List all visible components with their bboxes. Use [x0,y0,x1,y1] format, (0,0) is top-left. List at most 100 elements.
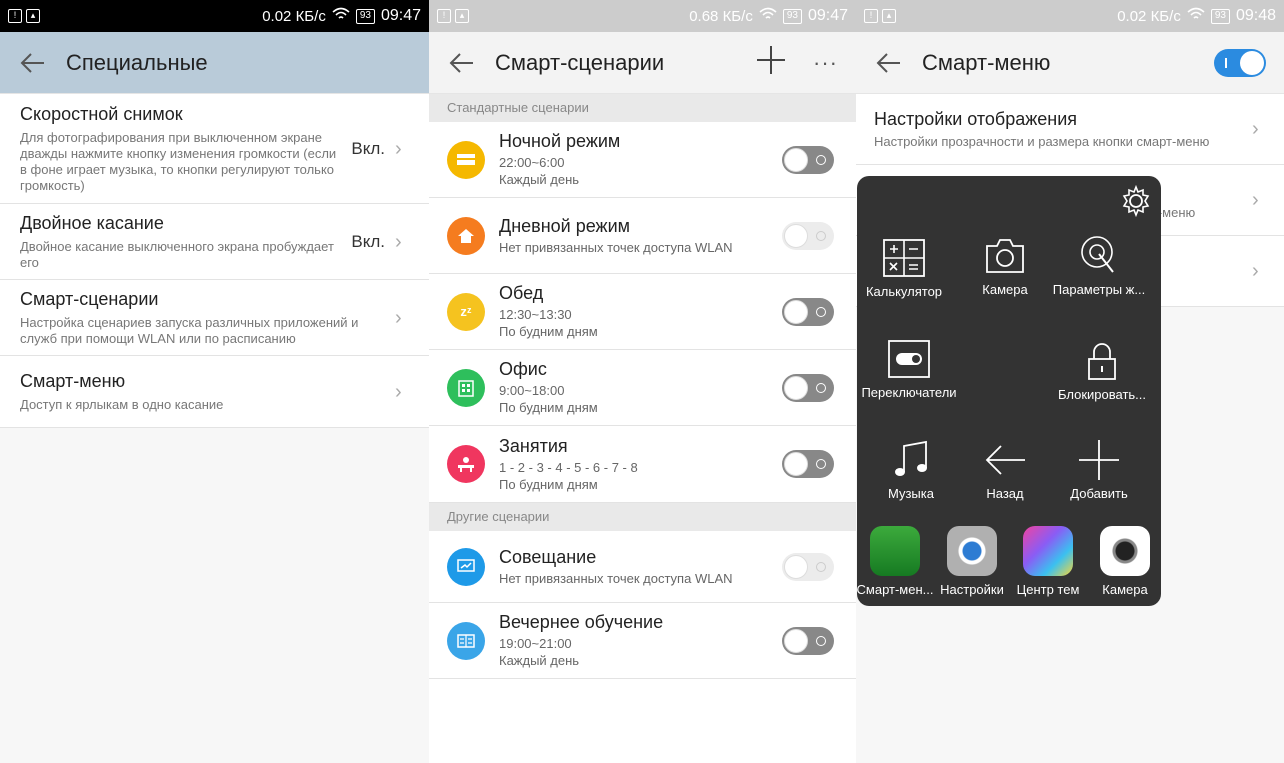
battery-icon: 93 [355,8,375,24]
desk-icon [447,445,485,483]
overlay-add[interactable]: Добавить [1049,440,1149,501]
row-value: Вкл. [351,231,385,251]
scenario-time: 1 - 2 - 3 - 4 - 5 - 6 - 7 - 8 [499,459,638,475]
screenshot: ! ▴ 0.02 КБ/с 93 09:47 Специальные Скорос… [0,0,1284,763]
page-title: Смарт-меню [922,49,1051,75]
overlay-switches[interactable]: Переключатели [859,339,959,400]
status-bar: ! ▴ 0.02 КБ/с 93 09:48 [856,0,1284,32]
overlay-label: Блокировать... [1057,387,1147,402]
add-icon[interactable] [755,44,787,81]
network-speed: 0.02 КБ/с [262,7,326,25]
more-icon[interactable]: ··· [813,50,838,76]
row-title: Двойное касание [20,212,164,233]
scenario-toggle[interactable] [782,373,834,402]
alert-icon: ! [8,9,22,23]
gear-icon[interactable] [1119,184,1153,223]
overlay-label: Настройки [940,582,1004,597]
scenario-day[interactable]: Дневной режим Нет привязанных точек досту… [429,198,856,274]
overlay-gesture-params[interactable]: Параметры ж... [1049,234,1149,297]
overlay-label: Параметры ж... [1052,282,1146,297]
overlay-camera[interactable]: Камера [955,236,1055,297]
scenario-toggle[interactable] [782,626,834,655]
scenario-toggle[interactable] [782,145,834,174]
back-arrow-icon [985,445,1025,475]
row-desc: Двойное касание выключенного экрана проб… [20,238,334,270]
wifi-icon [332,7,350,25]
scenario-days: По будним дням [499,324,598,339]
section-header-standard: Стандартные сценарии [429,94,856,122]
back-arrow-icon[interactable] [874,48,904,78]
settings-app-icon [947,526,997,576]
overlay-label: Добавить [1070,486,1128,501]
scenario-classes[interactable]: Занятия 1 - 2 - 3 - 4 - 5 - 6 - 7 - 8 По б… [429,426,856,503]
book-icon [447,621,485,660]
bed-icon [447,140,485,179]
row-value: Вкл. [351,138,385,158]
overlay-calculator[interactable]: Калькулятор [854,238,954,299]
chevron-right-icon: › [395,230,402,253]
overlay-camera-app[interactable]: Камера [1075,526,1175,597]
overlay-back[interactable]: Назад [955,440,1055,501]
page-title: Специальные [66,49,208,75]
smart-menu-overlay: Калькулятор Камера Параметры ж... Перекл… [857,176,1161,606]
row-double-tap[interactable]: Двойное касание Двойное касание выключенн… [0,204,429,280]
overlay-label: Музыка [888,486,934,501]
music-note-icon [895,440,927,476]
wifi-icon [1187,7,1205,25]
scenario-time: Нет привязанных точек доступа WLAN [499,570,733,586]
battery-icon: 93 [782,8,802,24]
app-bar: Смарт-меню [856,32,1284,94]
scenario-office[interactable]: Офис 9:00~18:00 По будним дням [429,350,856,426]
camera-app-icon [1100,526,1150,576]
scenario-toggle[interactable] [782,552,834,581]
scenario-time: 9:00~18:00 [499,383,565,398]
row-title: Смарт-меню [20,370,126,391]
settings-list: Скоростной снимок Для фотографирования пр… [0,94,429,428]
alert-icon: ! [437,9,451,23]
toggle-switch-icon [888,340,930,378]
back-arrow-icon[interactable] [18,48,48,78]
page-title: Смарт-сценарии [495,49,665,75]
status-bar: ! ▴ 0.02 КБ/с 93 09:47 [0,0,429,32]
row-smart-scenarios[interactable]: Смарт-сценарии Настройка сценариев запуск… [0,280,429,356]
smart-menu-switch[interactable] [1214,48,1266,77]
back-arrow-icon[interactable] [447,48,477,78]
section-header-other: Другие сценарии [429,503,856,531]
touch-gesture-icon [1081,236,1114,273]
scenario-time: Нет привязанных точек доступа WLAN [499,239,733,255]
scenario-evening-study[interactable]: Вечернее обучение 19:00~21:00 Каждый день [429,603,856,679]
row-desc: Для фотографирования при выключенном экр… [20,129,337,193]
clock: 09:47 [807,7,848,24]
row-quick-snap[interactable]: Скоростной снимок Для фотографирования пр… [0,94,429,204]
scenario-time: 19:00~21:00 [499,636,572,651]
calculator-icon [883,239,925,277]
clock: 09:48 [1235,7,1276,24]
panel-special: ! ▴ 0.02 КБ/с 93 09:47 Специальные Скорос… [0,0,429,763]
smart-menu-app-icon [870,526,920,576]
scenario-toggle[interactable] [782,221,834,250]
scenario-toggle[interactable] [782,297,834,326]
alert-icon: ! [864,9,878,23]
network-speed: 0.68 КБ/с [689,7,753,25]
row-title: Скоростной снимок [20,103,183,124]
scenario-night[interactable]: Ночной режим 22:00~6:00 Каждый день [429,122,856,198]
lock-icon [1088,343,1116,380]
overlay-label: Камера [1102,582,1148,597]
scenario-time: 22:00~6:00 [499,155,565,170]
overlay-lock[interactable]: Блокировать... [1052,341,1152,402]
scenario-toggle[interactable] [782,450,834,478]
scenario-time: 12:30~13:30 [499,307,572,322]
scenario-lunch[interactable]: zᶻ Обед 12:30~13:30 По будним дням [429,274,856,350]
scenario-days: По будним дням [499,400,598,415]
row-display-settings[interactable]: Настройки отображения Настройки прозрачно… [856,94,1284,165]
add-icon [1079,440,1119,480]
scenario-title: Офис [499,359,547,379]
overlay-music[interactable]: Музыка [861,438,961,501]
scenario-meeting[interactable]: Совещание Нет привязанных точек доступа W… [429,531,856,603]
app-bar: Смарт-сценарии ··· [429,32,856,94]
app-bar: Специальные [0,32,429,94]
scenario-title: Ночной режим [499,131,621,151]
chevron-right-icon: › [1252,118,1259,140]
row-smart-menu[interactable]: Смарт-меню Доступ к ярлыкам в одно касани… [0,356,429,428]
battery-icon: 93 [1210,8,1230,24]
